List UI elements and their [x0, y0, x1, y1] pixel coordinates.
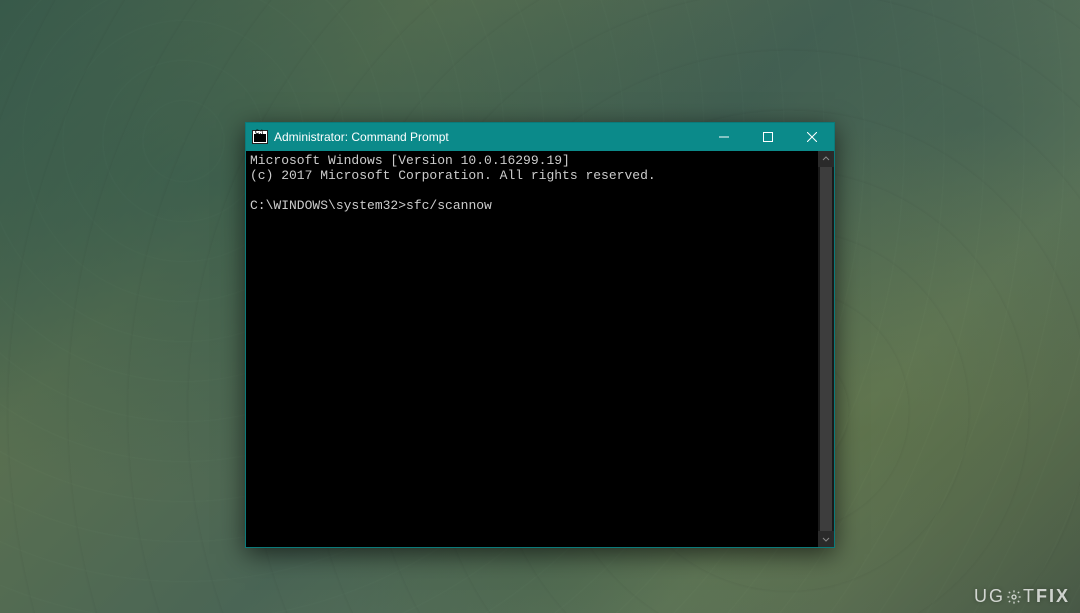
output-line: Microsoft Windows [Version 10.0.16299.19…	[250, 153, 570, 168]
command-text: sfc/scannow	[406, 198, 492, 213]
titlebar[interactable]: C:\ Administrator: Command Prompt	[246, 123, 834, 151]
scroll-track[interactable]	[818, 167, 834, 531]
watermark-text: UG	[974, 586, 1005, 607]
terminal-area: Microsoft Windows [Version 10.0.16299.19…	[246, 151, 834, 547]
scroll-up-arrow[interactable]	[818, 151, 834, 167]
command-prompt-window: C:\ Administrator: Command Prompt Micros…	[245, 122, 835, 548]
cmd-icon: C:\	[252, 130, 268, 144]
maximize-button[interactable]	[746, 123, 790, 151]
window-title: Administrator: Command Prompt	[274, 130, 702, 144]
prompt-text: C:\WINDOWS\system32>	[250, 198, 406, 213]
watermark: UG TFIX	[974, 586, 1070, 607]
window-controls	[702, 123, 834, 151]
terminal-output[interactable]: Microsoft Windows [Version 10.0.16299.19…	[246, 151, 818, 547]
chevron-up-icon	[822, 155, 830, 163]
gear-icon	[1006, 589, 1022, 605]
watermark-text: FIX	[1036, 586, 1070, 607]
scroll-thumb[interactable]	[820, 167, 832, 531]
minimize-icon	[719, 132, 729, 142]
maximize-icon	[763, 132, 773, 142]
output-line: (c) 2017 Microsoft Corporation. All righ…	[250, 168, 656, 183]
scrollbar[interactable]	[818, 151, 834, 547]
chevron-down-icon	[822, 535, 830, 543]
close-icon	[807, 132, 817, 142]
scroll-down-arrow[interactable]	[818, 531, 834, 547]
minimize-button[interactable]	[702, 123, 746, 151]
close-button[interactable]	[790, 123, 834, 151]
watermark-text: T	[1023, 586, 1036, 607]
